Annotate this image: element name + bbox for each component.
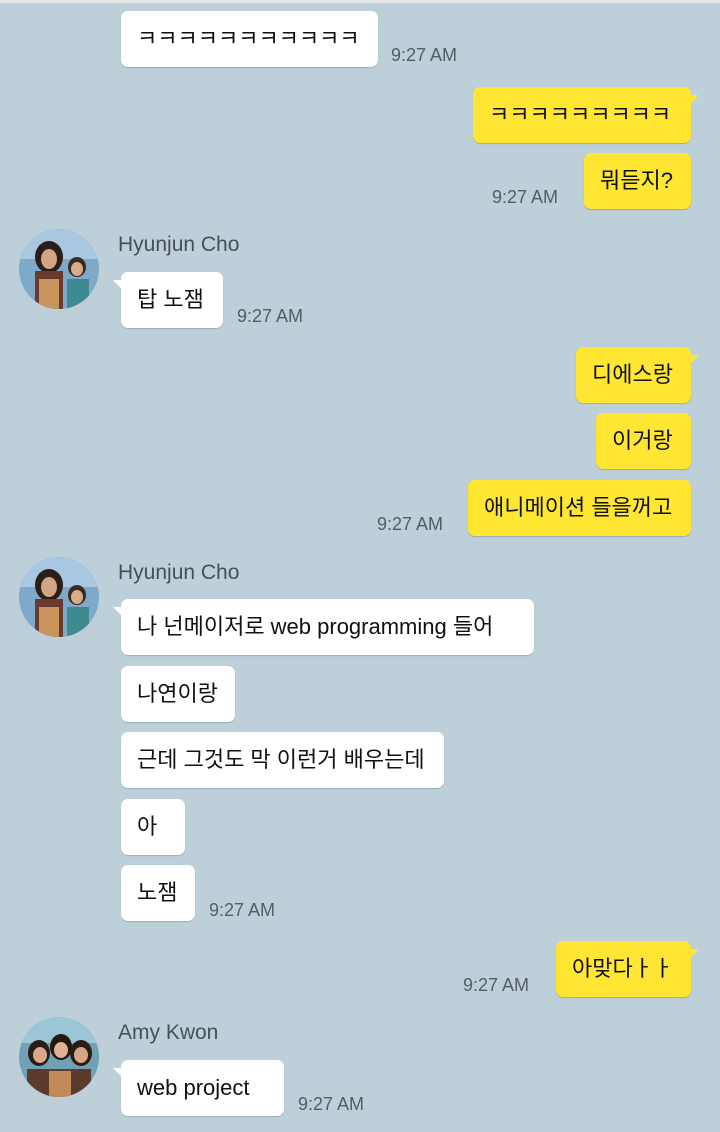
message-text: ㅋㅋㅋㅋㅋㅋㅋㅋㅋㅋㅋ (137, 26, 360, 51)
message-timestamp: 9:27 AM (391, 45, 458, 65)
message-bubble-outgoing[interactable]: 아맞다ㅏㅏ (556, 941, 699, 997)
top-divider (0, 0, 720, 3)
message-timestamp: 9:27 AM (237, 306, 304, 326)
message-text: 노잼 (137, 880, 178, 905)
profile-photo-icon (19, 557, 99, 637)
sender-name: Amy Kwon (118, 1021, 219, 1044)
message-timestamp: 9:27 AM (463, 975, 530, 995)
sender-name: Hyunjun Cho (118, 233, 240, 256)
message-timestamp: 9:27 AM (377, 514, 444, 534)
message-text: 아 (137, 814, 158, 839)
message-bubble-outgoing[interactable]: ㅋㅋㅋㅋㅋㅋㅋㅋㅋ (473, 87, 699, 143)
message-bubble-incoming[interactable]: 나연이랑 (121, 666, 235, 722)
avatar[interactable] (19, 1017, 99, 1097)
message-timestamp: 9:27 AM (298, 1094, 365, 1114)
message-bubble-incoming[interactable]: 탑 노잼 (113, 272, 223, 328)
message-text: 나 넌메이저로 web programming 들어 (137, 614, 494, 639)
message-text: 탑 노잼 (137, 287, 204, 312)
message-bubble-incoming[interactable]: 근데 그것도 막 이런거 배우는데 (121, 732, 444, 788)
message-bubble-outgoing[interactable]: 이거랑 (596, 413, 691, 469)
message-text: 뭐듣지? (600, 168, 673, 193)
avatar[interactable] (19, 557, 99, 637)
message-text: 아맞다ㅏㅏ (572, 956, 674, 981)
message-timestamp: 9:27 AM (209, 900, 276, 920)
profile-photo-icon (19, 1017, 99, 1097)
sender-name: Hyunjun Cho (118, 561, 240, 584)
message-text: ㅋㅋㅋㅋㅋㅋㅋㅋㅋ (489, 102, 672, 127)
message-text: 이거랑 (612, 428, 673, 453)
message-bubble-outgoing[interactable]: 애니메이션 들을꺼고 (468, 480, 691, 536)
message-bubble-incoming[interactable]: ㅋㅋㅋㅋㅋㅋㅋㅋㅋㅋㅋ (121, 11, 378, 67)
message-text: web project (137, 1075, 250, 1100)
message-text: 근데 그것도 막 이런거 배우는데 (137, 747, 425, 772)
message-bubble-incoming[interactable]: 아 (121, 799, 185, 855)
message-timestamp: 9:27 AM (492, 187, 559, 207)
message-text: 애니메이션 들을꺼고 (484, 495, 673, 520)
message-bubble-outgoing[interactable]: 뭐듣지? (584, 153, 691, 209)
message-text: 나연이랑 (137, 681, 218, 706)
avatar[interactable] (19, 229, 99, 309)
message-bubble-incoming[interactable]: web project (113, 1060, 284, 1116)
message-text: 디에스랑 (592, 362, 673, 387)
profile-photo-icon (19, 229, 99, 309)
message-bubble-incoming[interactable]: 나 넌메이저로 web programming 들어 (113, 599, 534, 655)
message-bubble-incoming[interactable]: 노잼 (121, 865, 195, 921)
message-bubble-outgoing[interactable]: 디에스랑 (576, 347, 699, 403)
